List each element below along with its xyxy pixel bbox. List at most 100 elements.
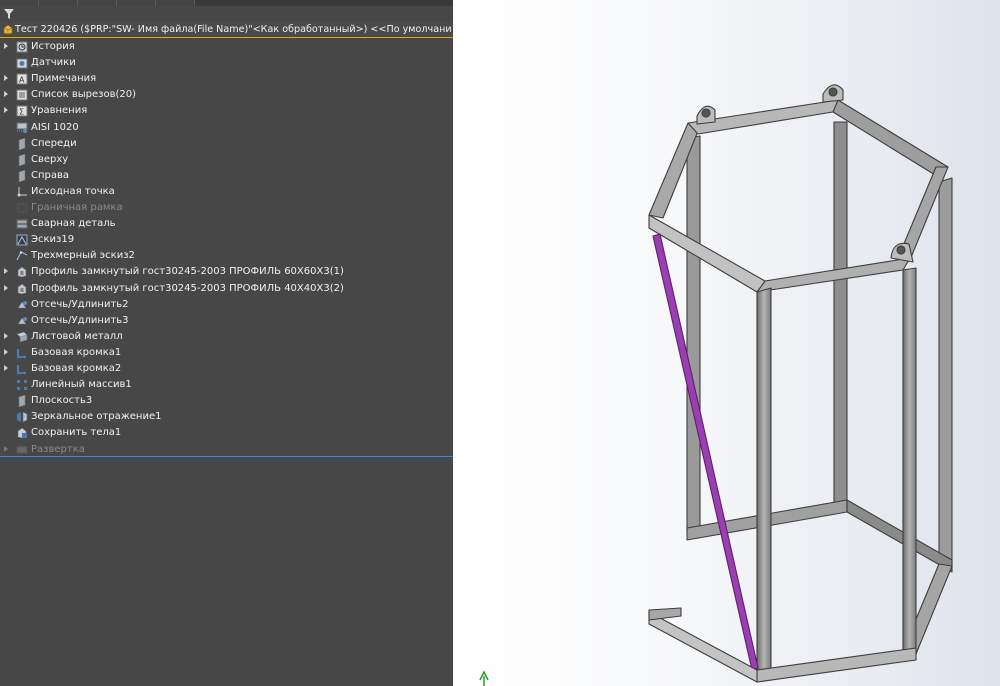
svg-text:A: A [19, 76, 25, 85]
tree-item-label: Базовая кромка2 [31, 363, 122, 374]
weldment-icon [16, 219, 28, 229]
svg-text:Σ: Σ [19, 108, 24, 117]
tree-item-label: Уравнения [31, 105, 88, 117]
graphics-viewport[interactable] [453, 0, 1000, 686]
tree-item[interactable]: Датчики [0, 55, 453, 71]
filter-bar [0, 6, 453, 22]
structural-member-icon [17, 267, 27, 278]
tree-item-label: Плоскость3 [31, 395, 93, 407]
tree-item[interactable]: Эскиз19 [0, 232, 453, 248]
tree-item[interactable]: Справа [0, 168, 453, 184]
3d-model-view [479, 84, 953, 686]
flat-pattern-icon [16, 446, 28, 453]
tree-item[interactable]: Спереди [0, 136, 453, 152]
plane-icon [18, 153, 26, 166]
tree-item-label: Линейный массив1 [31, 379, 132, 391]
tree-item[interactable]: Профиль замкнутый гост30245-2003 ПРОФИЛЬ… [0, 281, 453, 297]
tree-item[interactable]: Отсечь/Удлинить3 [0, 313, 453, 329]
tree-item-label: Спереди [31, 137, 77, 149]
expand-arrow-icon[interactable] [4, 268, 8, 275]
tree-item-label: Список вырезов(20) [31, 89, 136, 101]
tree-item-label: Развертка [31, 443, 85, 455]
base-flange-icon [16, 365, 26, 375]
plane-icon [18, 137, 26, 150]
annotations-icon: A [16, 73, 28, 85]
trim-extend-icon [17, 316, 27, 324]
tree-item[interactable]: Граничная рамка [0, 200, 453, 216]
tree-item[interactable]: Сверху [0, 152, 453, 168]
expand-arrow-icon[interactable] [4, 75, 8, 82]
cut-list-icon [16, 89, 28, 101]
part-icon [3, 24, 13, 35]
frame-model[interactable] [648, 84, 953, 683]
expand-arrow-icon[interactable] [4, 43, 8, 49]
tree-item[interactable]: Профиль замкнутый гост30245-2003 ПРОФИЛЬ… [0, 264, 453, 280]
tree-item[interactable]: Зеркальное отражение1 [0, 409, 453, 425]
sketch-icon [16, 234, 28, 246]
tree-item-label: Отсечь/Удлинить3 [31, 314, 129, 326]
tree-item[interactable]: Базовая кромка1 [0, 345, 453, 361]
tree-item-label: Граничная рамка [31, 202, 123, 213]
tree-item[interactable]: Сварная деталь [0, 216, 453, 232]
tree-item-label: Сверху [31, 153, 69, 165]
sensors-icon [16, 58, 28, 69]
tree-item-label: Трехмерный эскиз2 [31, 250, 135, 262]
tree-root-part[interactable]: Тест 220426 ($PRP:"SW- Имя файла(File Na… [0, 22, 453, 38]
tree-item[interactable]: Отсечь/Удлинить2 [0, 297, 453, 313]
expand-arrow-icon[interactable] [4, 91, 8, 98]
save-bodies-icon [17, 428, 27, 439]
expand-arrow-icon[interactable] [4, 348, 8, 355]
tree-item[interactable]: A Примечания [0, 71, 453, 87]
tree-item[interactable]: Линейный массив1 [0, 377, 453, 393]
material-icon [16, 122, 28, 133]
tree-item-label: Примечания [31, 73, 97, 85]
base-flange-icon [16, 348, 26, 358]
tree-item-label: Эскиз19 [31, 234, 75, 246]
history-icon [16, 41, 28, 53]
tree-item-label: Зеркальное отражение1 [31, 411, 162, 423]
tree-item[interactable]: Список вырезов(20) [0, 87, 453, 103]
expand-arrow-icon[interactable] [4, 284, 8, 291]
plane-icon [18, 169, 26, 182]
tree-item-label: Базовая кромка1 [31, 346, 122, 358]
expand-arrow-icon[interactable] [4, 332, 8, 339]
linear-pattern-icon [17, 380, 27, 391]
tree-item-label: Сварная деталь [31, 218, 116, 230]
tree-item-label: AISI 1020 [31, 121, 79, 133]
tree-item[interactable]: История [0, 39, 453, 55]
rollback-bar[interactable] [0, 456, 453, 457]
filter-icon[interactable] [3, 8, 15, 20]
tree-item-label: Сохранить тела1 [31, 427, 122, 439]
tree-item[interactable]: AISI 1020 [0, 120, 453, 136]
tree-item[interactable]: Сохранить тела1 [0, 425, 453, 441]
tree-item-label: Датчики [31, 57, 76, 69]
tree-item-label: Отсечь/Удлинить2 [31, 298, 129, 310]
tree-item[interactable]: Σ Уравнения [0, 103, 453, 119]
triad-axis-icon [479, 670, 489, 686]
tree-item-label: Листовой металл [31, 330, 123, 342]
root-part-label: Тест 220426 ($PRP:"SW- Имя файла(File Na… [15, 24, 451, 35]
origin-icon [17, 186, 27, 197]
expand-arrow-icon[interactable] [4, 445, 8, 452]
bounding-box-icon [17, 203, 27, 213]
structural-member-icon [17, 283, 27, 294]
tree-item-label: Справа [31, 169, 70, 181]
tree-item[interactable]: Трехмерный эскиз2 [0, 248, 453, 264]
expand-arrow-icon[interactable] [4, 107, 8, 114]
tree-item[interactable]: Плоскость3 [0, 393, 453, 409]
tree-item[interactable]: Базовая кромка2 [0, 361, 453, 377]
mirror-icon [17, 411, 28, 423]
trim-extend-icon [17, 300, 27, 308]
plane-icon [18, 395, 26, 408]
expand-arrow-icon[interactable] [4, 365, 8, 371]
feature-manager-tree: Тест 220426 ($PRP:"SW- Имя файла(File Na… [0, 0, 453, 686]
tree-item[interactable]: Листовой металл [0, 329, 453, 345]
3d-sketch-icon [16, 251, 28, 261]
sheet-metal-icon [16, 331, 28, 343]
tree-item-label: Профиль замкнутый гост30245-2003 ПРОФИЛЬ… [31, 266, 344, 278]
equations-icon: Σ [16, 105, 28, 117]
tree-item-label: Профиль замкнутый гост30245-2003 ПРОФИЛЬ… [31, 282, 344, 294]
tree-item[interactable]: Исходная точка [0, 184, 453, 200]
tree-item-label: История [31, 41, 75, 52]
tree-item-label: Исходная точка [31, 185, 115, 197]
